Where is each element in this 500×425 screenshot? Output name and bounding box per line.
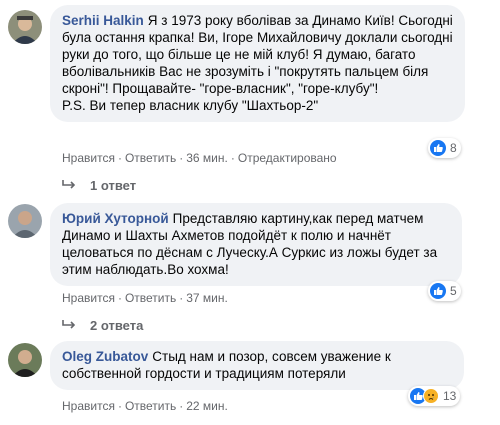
replies-count: 1 ответ <box>90 178 137 193</box>
view-replies-link[interactable]: 2 ответа <box>62 318 143 333</box>
edited-label: Отредактировано <box>237 151 337 165</box>
comment-time[interactable]: 37 мин. <box>186 291 228 305</box>
avatar[interactable] <box>8 343 42 377</box>
reply-button[interactable]: Ответить <box>125 399 176 413</box>
view-replies-link[interactable]: 1 ответ <box>62 178 136 193</box>
replies-count: 2 ответа <box>90 318 144 333</box>
sad-icon <box>423 388 439 404</box>
comment-bubble: Юрий Хуторной Представляю картину,как пер… <box>50 203 462 286</box>
like-button[interactable]: Нравится <box>62 291 115 305</box>
reactions-summary[interactable]: 13 <box>408 386 461 406</box>
comment-time[interactable]: 36 мин. <box>186 151 228 165</box>
comment-bubble: Serhii Halkin Я з 1973 року вболівав за Д… <box>50 5 465 122</box>
like-button[interactable]: Нравится <box>62 151 115 165</box>
reactions-summary[interactable]: 5 <box>428 281 461 301</box>
reactions-summary[interactable]: 8 <box>428 138 461 158</box>
reply-button[interactable]: Ответить <box>125 291 176 305</box>
reply-arrow-icon <box>62 318 76 333</box>
comment-actions: Нравится · Ответить · 36 мин. · Отредактирован… <box>62 151 337 165</box>
avatar[interactable] <box>8 10 42 44</box>
comment-author[interactable]: Юрий Хуторной <box>62 211 169 226</box>
comment-author[interactable]: Serhii Halkin <box>62 13 144 28</box>
like-icon <box>430 283 446 299</box>
reaction-count: 13 <box>443 389 457 403</box>
reply-arrow-icon <box>62 178 76 193</box>
like-button[interactable]: Нравится <box>62 399 115 413</box>
comment-author[interactable]: Oleg Zubatov <box>62 349 148 364</box>
comment-time[interactable]: 22 мин. <box>186 399 228 413</box>
reaction-count: 8 <box>450 141 457 155</box>
reply-button[interactable]: Ответить <box>125 151 176 165</box>
comment-actions: Нравится · Ответить · 22 мин. <box>62 399 228 413</box>
comment-ps: P.S. Ви тепер власник клубу "Шахтьор-2" <box>62 98 319 113</box>
reaction-count: 5 <box>450 284 457 298</box>
avatar[interactable] <box>8 204 42 238</box>
comment-actions: Нравится · Ответить · 37 мин. <box>62 291 228 305</box>
like-icon <box>430 140 446 156</box>
comment-bubble: Oleg Zubatov Стыд нам и позор, совсем ува… <box>50 341 464 390</box>
